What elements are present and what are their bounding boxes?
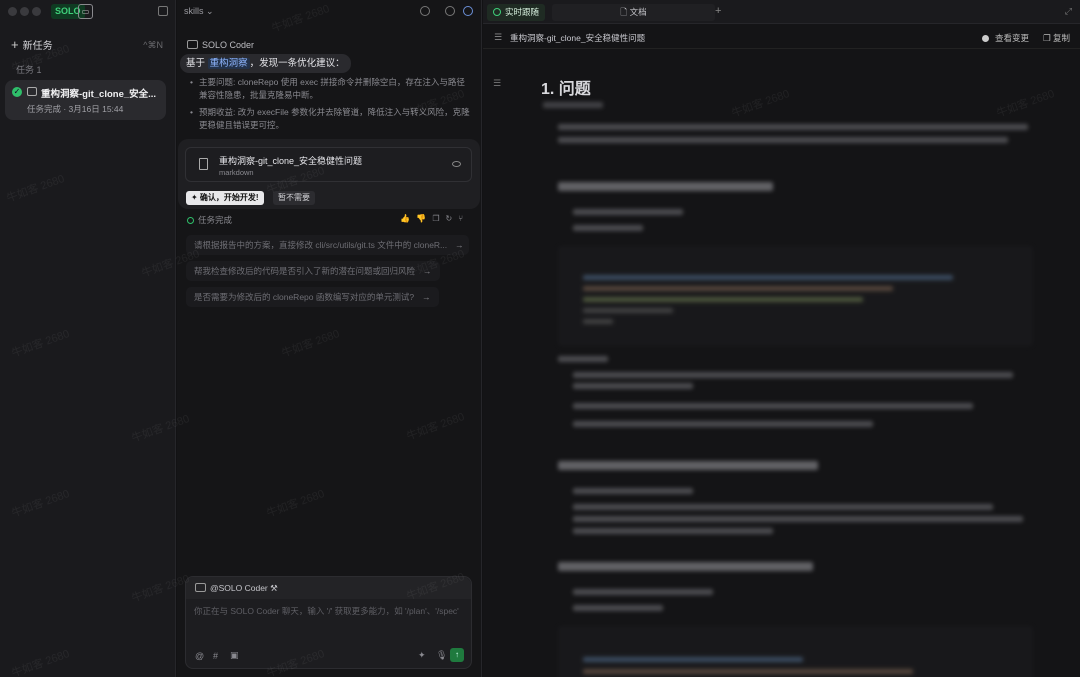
task-title: 重构洞察-git_clone_安全... [41, 89, 157, 100]
task-item[interactable]: ✓ 重构洞察-git_clone_安全... 任务完成 · 3月16日 15:4… [5, 80, 166, 120]
retry-icon[interactable]: ↻ [445, 214, 458, 223]
intro-prefix: 基于 [186, 58, 206, 69]
doc-card-type: markdown [219, 168, 254, 177]
window-minimize-button[interactable] [20, 7, 29, 16]
sidebar-toggle-icon[interactable] [158, 6, 168, 16]
settings-icon[interactable] [445, 6, 455, 16]
branch-icon[interactable]: ⑂ [458, 214, 469, 223]
copy-label: 复制 [1052, 33, 1070, 43]
arrow-right-icon: → [422, 292, 431, 302]
doc-filename: 重构洞察-git_clone_安全稳健性问题 [510, 33, 646, 43]
expand-icon[interactable]: ⤢ [1065, 6, 1072, 17]
tab-document[interactable]: 🗋 文档 [552, 4, 715, 21]
agent-header: SOLO Coder [187, 40, 254, 50]
window-close-button[interactable] [8, 7, 17, 16]
tab-live-label: 实时跟随 [505, 7, 540, 17]
task-status: 任务完成 · 3月16日 15:44 [27, 104, 124, 114]
new-task-shortcut: ^⌘N [143, 40, 163, 50]
image-icon[interactable]: ▣ [230, 650, 239, 661]
outline-icon[interactable]: ☰ [494, 32, 502, 43]
window-zoom-button[interactable] [32, 7, 41, 16]
suggestion-text: 帮我检查修改后的代码是否引入了新的潜在问题或回归风险 [194, 266, 416, 276]
suggestion-text: 是否需要为修改后的 cloneRepo 函数编写对应的单元测试? [194, 292, 415, 302]
account-icon[interactable] [463, 6, 473, 16]
confirm-develop-button[interactable]: ✦ 确认，开始开发! [186, 191, 264, 205]
message-actions: 👍👎❐↻⑂ [400, 214, 469, 223]
suggestion-item[interactable]: 帮我检查修改后的代码是否引入了新的潜在问题或回归风险 → [186, 261, 440, 281]
tools-icon[interactable]: ⚒ [270, 583, 278, 593]
hash-icon[interactable]: # [213, 651, 218, 661]
file-icon [199, 158, 208, 170]
copy-button[interactable]: ❐ 复制 [1043, 32, 1070, 44]
suggestion-intro: 基于 重构洞察 ，发现一条优化建议： [180, 54, 351, 73]
toggle-icon [982, 35, 989, 42]
suggestion-text: 请根据报告中的方案，直接修改 cli/src/utils/git.ts 文件中的… [194, 240, 448, 250]
insight-link[interactable]: 重构洞察 [207, 58, 250, 69]
skills-label: skills [184, 6, 204, 16]
tab-doc-label: 文档 [629, 7, 647, 17]
chat-input-placeholder[interactable]: 你正在与 SOLO Coder 聊天，输入 '/' 获取更多能力，如 '/pla… [194, 605, 459, 617]
task-done-status: 任务完成 [187, 214, 232, 226]
history-icon[interactable] [420, 6, 430, 16]
live-icon [493, 8, 501, 16]
check-circle-icon [187, 217, 194, 224]
eye-icon[interactable] [452, 161, 461, 167]
doc-card-title: 重构洞察-git_clone_安全稳健性问题 [219, 156, 363, 166]
thumbs-up-icon[interactable]: 👍 [400, 214, 416, 223]
microphone-icon[interactable]: 🎙 [436, 650, 447, 661]
suggestion-item[interactable]: 请根据报告中的方案，直接修改 cli/src/utils/git.ts 文件中的… [186, 235, 469, 255]
check-circle-icon: ✓ [12, 87, 22, 97]
input-agent-name: @SOLO Coder [210, 583, 268, 593]
agent-name: SOLO Coder [202, 40, 255, 50]
doc-card[interactable]: 重构洞察-git_clone_安全稳健性问题 markdown [185, 147, 472, 182]
toc-icon[interactable]: ☰ [493, 78, 501, 89]
thumbs-down-icon[interactable]: 👎 [416, 214, 432, 223]
tab-live-follow[interactable]: 实时跟随 [487, 4, 546, 21]
solo-mode-icon[interactable]: ▭ [78, 4, 93, 19]
send-button[interactable]: ↑ [450, 648, 464, 662]
view-changes-label: 查看变更 [995, 33, 1030, 43]
done-label: 任务完成 [198, 215, 233, 225]
suggestion-item[interactable]: 是否需要为修改后的 cloneRepo 函数编写对应的单元测试? → [186, 287, 439, 307]
plus-icon: + [11, 37, 19, 52]
agent-icon [195, 583, 206, 592]
blurred-doc-body [543, 96, 1043, 677]
terminal-icon [27, 87, 37, 96]
doc-header: ☰ 重构洞察-git_clone_安全稳健性问题 查看变更 ❐ 复制 [483, 25, 1080, 49]
mention-icon[interactable]: @ [195, 651, 204, 661]
add-tab-button[interactable]: + [715, 5, 721, 17]
skills-dropdown[interactable]: skills ⌄ [184, 6, 214, 17]
intro-suffix: ，发现一条优化建议： [249, 58, 345, 69]
file-icon: 🗋 [620, 7, 630, 17]
agent-icon [187, 40, 198, 49]
view-changes-toggle[interactable]: 查看变更 [982, 32, 1029, 44]
copy-icon[interactable]: ❐ [432, 214, 445, 223]
doc-tabs: 实时跟随 🗋 文档 + ⤢ [483, 0, 1080, 24]
sparkle-icon[interactable]: ✦ [418, 650, 426, 661]
window-titlebar: SOLO ▭ [0, 0, 176, 24]
app-window: SOLO ▭ + 新任务 ^⌘N 任务 1 ✓ 重构洞察-git_clone_安全… [0, 0, 1080, 677]
